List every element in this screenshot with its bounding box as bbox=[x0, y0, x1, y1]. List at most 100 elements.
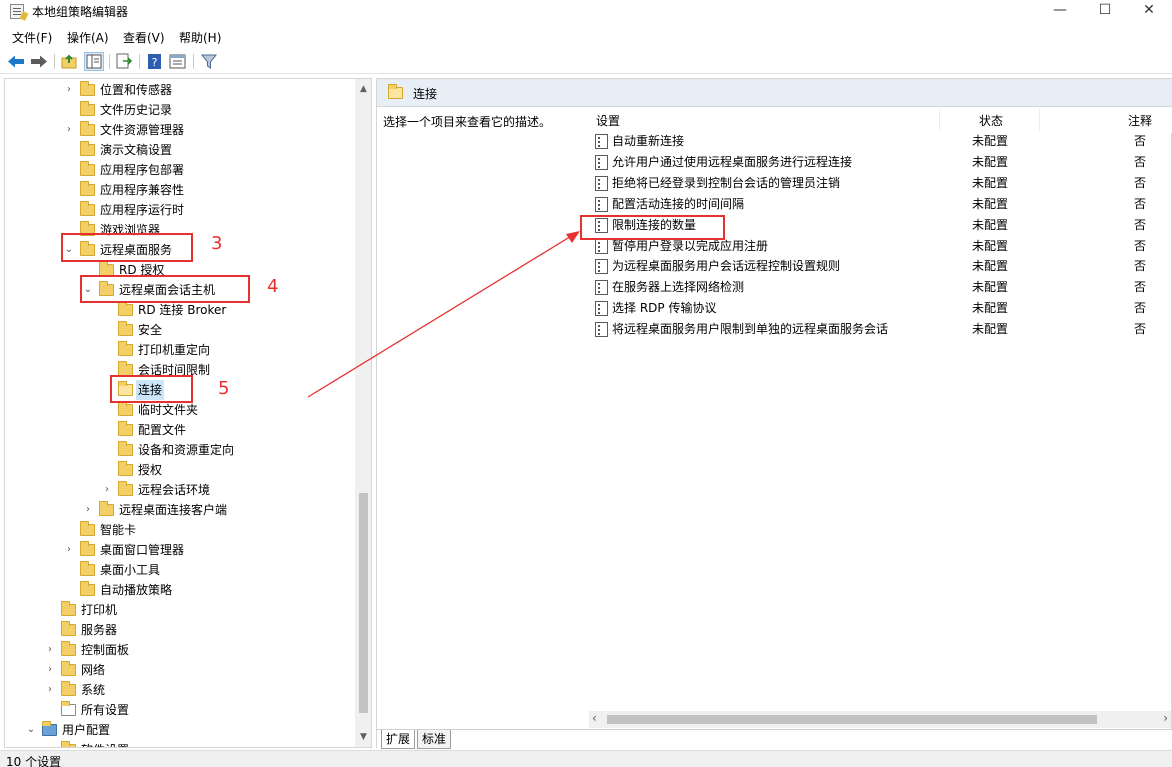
setting-row[interactable]: 为远程桌面服务用户会话远程控制设置规则 未配置 否 bbox=[591, 256, 1171, 277]
h-scroll-right[interactable]: › bbox=[1163, 711, 1168, 725]
tree-item-desktop-gadgets[interactable]: 桌面小工具 bbox=[5, 560, 351, 580]
setting-row[interactable]: 将远程桌面服务用户限制到单独的远程桌面服务会话 未配置 否 bbox=[591, 319, 1171, 340]
expander-icon[interactable]: › bbox=[101, 480, 113, 500]
setting-row[interactable]: 配置活动连接的时间间隔 未配置 否 bbox=[591, 194, 1171, 215]
close-button[interactable]: ✕ bbox=[1126, 0, 1172, 24]
tree-item-system[interactable]: › 系统 bbox=[5, 680, 351, 700]
tree-item-control-panel[interactable]: › 控制面板 bbox=[5, 640, 351, 660]
tree-item-label: 打印机重定向 bbox=[138, 343, 211, 357]
menu-help[interactable]: 帮助(H) bbox=[179, 29, 221, 46]
minimize-button[interactable]: — bbox=[1037, 0, 1083, 24]
show-hide-tree-icon[interactable] bbox=[84, 52, 104, 71]
tab-standard[interactable]: 标准 bbox=[417, 730, 452, 749]
export-list-icon[interactable] bbox=[114, 52, 134, 71]
tree-item-licensing[interactable]: 授权 bbox=[5, 460, 351, 480]
tree-item-temp-folders[interactable]: 临时文件夹 bbox=[5, 400, 351, 420]
tree-item-network[interactable]: › 网络 bbox=[5, 660, 351, 680]
h-scroll-left[interactable]: ‹ bbox=[592, 711, 597, 725]
expander-icon[interactable]: › bbox=[63, 80, 75, 100]
setting-note: 否 bbox=[1134, 175, 1147, 190]
tree-item-label: 网络 bbox=[81, 663, 106, 677]
setting-row[interactable]: 拒绝将已经登录到控制台会话的管理员注销 未配置 否 bbox=[591, 173, 1171, 194]
tree-item-desktop-window-manager[interactable]: › 桌面窗口管理器 bbox=[5, 540, 351, 560]
policy-setting-icon bbox=[595, 134, 608, 149]
annotation-box-session-host bbox=[80, 275, 250, 303]
setting-name: 在服务器上选择网络检测 bbox=[612, 280, 745, 295]
setting-row[interactable]: 自动重新连接 未配置 否 bbox=[591, 131, 1171, 152]
tree-item-printers[interactable]: 打印机 bbox=[5, 600, 351, 620]
tree-scroll-down[interactable]: ▼ bbox=[355, 729, 371, 745]
tree-item-file-history[interactable]: 文件历史记录 bbox=[5, 100, 351, 120]
setting-row[interactable]: 在服务器上选择网络检测 未配置 否 bbox=[591, 277, 1171, 298]
tree-item-all-settings[interactable]: 所有设置 bbox=[5, 700, 351, 720]
setting-state: 未配置 bbox=[972, 134, 1009, 148]
tree-item-app-package-deployment[interactable]: 应用程序包部署 bbox=[5, 160, 351, 180]
tree-item-user-configuration[interactable]: ⌄ 用户配置 bbox=[5, 720, 351, 740]
expander-icon[interactable]: › bbox=[44, 640, 56, 660]
tree-item-label: 演示文稿设置 bbox=[100, 143, 173, 157]
setting-row[interactable]: 选择 RDP 传输协议 未配置 否 bbox=[591, 298, 1171, 319]
column-header-setting[interactable]: 设置 bbox=[596, 112, 620, 129]
tree-item-device-redirection[interactable]: 设备和资源重定向 bbox=[5, 440, 351, 460]
setting-name: 配置活动连接的时间间隔 bbox=[612, 196, 745, 211]
tree-item-rd-connection-broker[interactable]: RD 连接 Broker bbox=[5, 300, 351, 320]
tree-item-label: 软件设置 bbox=[81, 740, 129, 747]
properties-icon[interactable] bbox=[168, 52, 188, 71]
menu-file[interactable]: 文件(F) bbox=[12, 29, 52, 46]
expander-icon[interactable]: › bbox=[63, 120, 75, 140]
details-header: 连接 bbox=[377, 79, 1172, 107]
menu-view[interactable]: 查看(V) bbox=[123, 29, 165, 46]
tree-item-security[interactable]: 安全 bbox=[5, 320, 351, 340]
setting-note: 否 bbox=[1134, 154, 1147, 169]
column-header-note[interactable]: 注释 bbox=[1128, 112, 1152, 129]
expander-icon bbox=[101, 460, 113, 480]
expander-icon[interactable]: › bbox=[82, 500, 94, 520]
view-tabs: 扩展 标准 bbox=[377, 729, 1172, 749]
tree-scrollbar[interactable]: ▲ ▼ bbox=[355, 79, 371, 747]
help-icon[interactable]: ? bbox=[145, 52, 165, 71]
folder-icon bbox=[388, 84, 403, 99]
title-bar: 本地组策略编辑器 — ☐ ✕ bbox=[0, 0, 1172, 24]
policy-setting-icon bbox=[595, 301, 608, 317]
expander-icon[interactable]: › bbox=[63, 540, 75, 560]
tree-item-label: 应用程序兼容性 bbox=[100, 183, 185, 197]
h-scroll-thumb[interactable] bbox=[607, 715, 1097, 724]
filter-icon[interactable] bbox=[199, 52, 219, 71]
tree-item-server[interactable]: 服务器 bbox=[5, 620, 351, 640]
tree-item-software-settings[interactable]: › 软件设置 bbox=[5, 740, 351, 747]
expander-icon bbox=[63, 140, 75, 160]
tree-item-autoplay-policies[interactable]: 自动播放策略 bbox=[5, 580, 351, 600]
details-horizontal-scrollbar[interactable]: ‹ › bbox=[589, 711, 1171, 728]
back-arrow-icon[interactable] bbox=[6, 52, 26, 71]
tree-item-rd-connection-client[interactable]: › 远程桌面连接客户端 bbox=[5, 500, 351, 520]
forward-arrow-icon[interactable] bbox=[29, 52, 49, 71]
setting-state: 未配置 bbox=[972, 322, 1009, 337]
folder-icon bbox=[118, 321, 133, 336]
tree-item-location-sensors[interactable]: › 位置和传感器 bbox=[5, 80, 351, 100]
expander-icon[interactable]: › bbox=[44, 680, 56, 700]
tree-item-presentation-settings[interactable]: 演示文稿设置 bbox=[5, 140, 351, 160]
tree-item-label: 临时文件夹 bbox=[138, 403, 199, 417]
tree-item-app-runtime[interactable]: 应用程序运行时 bbox=[5, 200, 351, 220]
up-folder-icon[interactable] bbox=[60, 52, 80, 71]
tab-extended[interactable]: 扩展 bbox=[381, 730, 416, 749]
expander-icon[interactable]: › bbox=[44, 660, 56, 680]
tree-item-printer-redirection[interactable]: 打印机重定向 bbox=[5, 340, 351, 360]
tree-item-smart-card[interactable]: 智能卡 bbox=[5, 520, 351, 540]
tree-scroll-thumb[interactable] bbox=[359, 493, 368, 713]
setting-note: 否 bbox=[1134, 134, 1147, 148]
menu-action[interactable]: 操作(A) bbox=[67, 29, 109, 46]
maximize-button[interactable]: ☐ bbox=[1082, 0, 1128, 24]
setting-name: 选择 RDP 传输协议 bbox=[612, 301, 717, 316]
expander-icon[interactable]: ⌄ bbox=[25, 720, 37, 740]
tree-item-label: 授权 bbox=[138, 463, 163, 477]
tree-scroll-up[interactable]: ▲ bbox=[355, 81, 371, 97]
expander-icon[interactable]: › bbox=[44, 740, 56, 747]
tree-item-app-compatibility[interactable]: 应用程序兼容性 bbox=[5, 180, 351, 200]
tree-item-profiles[interactable]: 配置文件 bbox=[5, 420, 351, 440]
tree-item-file-explorer[interactable]: › 文件资源管理器 bbox=[5, 120, 351, 140]
tree-item-remote-session-env[interactable]: › 远程会话环境 bbox=[5, 480, 351, 500]
setting-row[interactable]: 允许用户通过使用远程桌面服务进行远程连接 未配置 否 bbox=[591, 152, 1171, 173]
column-header-state[interactable]: 状态 bbox=[979, 112, 1003, 129]
tree-item-label: 远程会话环境 bbox=[138, 483, 211, 497]
